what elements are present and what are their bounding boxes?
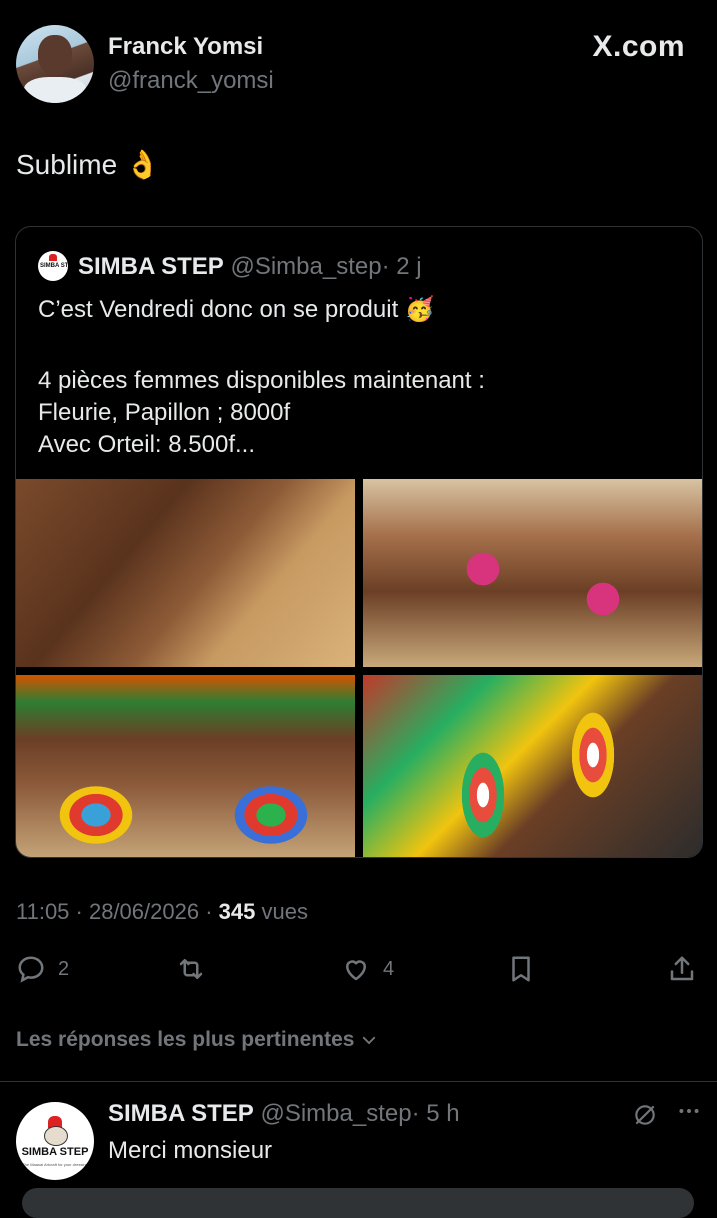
reply-icon — [18, 956, 44, 983]
quoted-line-4: Avec Orteil: 8.500f... — [38, 431, 255, 458]
author-handle[interactable]: @franck_yomsi — [108, 67, 274, 95]
grok-button[interactable] — [632, 1102, 658, 1133]
quoted-line-2: 4 pièces femmes disponibles maintenant : — [38, 367, 485, 394]
reply-author-name[interactable]: SIMBA STEP — [108, 1100, 254, 1127]
views-label: vues — [255, 899, 308, 924]
more-button[interactable] — [676, 1098, 702, 1131]
quoted-line-1: C’est Vendredi donc on se produit 🥳 — [38, 296, 435, 323]
post-timestamp: 11:05 · 28/06/2026 · — [16, 899, 219, 924]
replies-sort-dropdown[interactable]: Les réponses les plus pertinentes — [16, 1028, 378, 1052]
media-photo-3[interactable] — [16, 675, 355, 857]
replies-sort-label: Les réponses les plus pertinentes — [16, 1028, 355, 1051]
like-count: 4 — [383, 957, 395, 980]
chevron-down-icon — [363, 1036, 376, 1045]
like-button[interactable]: 4 — [341, 954, 394, 984]
post-meta: 11:05 · 28/06/2026 · 345 vues — [16, 899, 308, 925]
bookmark-button[interactable] — [506, 954, 536, 984]
quoted-post[interactable]: SIMBA STEP SIMBA STEP @Simba_step· 2 j C… — [15, 226, 703, 858]
author-avatar[interactable] — [16, 25, 94, 103]
avatar-logo-text: SIMBA STEP — [21, 1146, 89, 1158]
author-name[interactable]: Franck Yomsi — [108, 33, 263, 61]
reply-time: · 5 h — [411, 1100, 460, 1127]
post-text: Sublime 👌 — [16, 149, 160, 180]
x-logo: X.com — [592, 30, 685, 63]
quoted-author-name: SIMBA STEP — [78, 253, 224, 280]
quoted-post-time: · 2 j — [381, 253, 422, 280]
heart-icon — [346, 960, 366, 981]
reply-text: Merci monsieur — [108, 1137, 273, 1164]
share-icon — [670, 956, 694, 981]
quoted-author-handle: @Simba_step — [230, 253, 382, 280]
reply-author-handle[interactable]: @Simba_step — [260, 1100, 411, 1127]
media-photo-4[interactable] — [363, 675, 702, 857]
media-photo-2[interactable] — [363, 479, 702, 667]
avatar-logo-subtext: The Maasai Artcraft for your dressing — [22, 1162, 88, 1167]
reply-author-avatar[interactable]: SIMBA STEP The Maasai Artcraft for your … — [16, 1102, 94, 1180]
grok-icon — [635, 1105, 655, 1125]
share-button[interactable] — [667, 954, 697, 984]
reply-composer-bar[interactable] — [22, 1188, 694, 1218]
retweet-icon — [179, 959, 203, 979]
views-count: 345 — [218, 899, 256, 924]
divider — [0, 1081, 717, 1082]
media-photo-1[interactable] — [16, 479, 355, 667]
quoted-line-3: Fleurie, Papillon ; 8000f — [38, 399, 291, 426]
reply-button[interactable]: 2 — [16, 954, 69, 984]
avatar-face — [38, 35, 72, 75]
avatar-shirt — [24, 77, 86, 103]
avatar-head — [44, 1126, 68, 1146]
retweet-button[interactable] — [176, 954, 206, 984]
reply-header: SIMBA STEP @Simba_step· 5 h — [108, 1100, 460, 1128]
bookmark-icon — [512, 956, 530, 982]
quoted-author-avatar: SIMBA STEP — [38, 251, 68, 281]
more-icon — [679, 1109, 699, 1113]
avatar-hat — [49, 254, 57, 261]
avatar-logo-text: SIMBA STEP — [40, 263, 68, 269]
reply-count: 2 — [58, 957, 70, 980]
